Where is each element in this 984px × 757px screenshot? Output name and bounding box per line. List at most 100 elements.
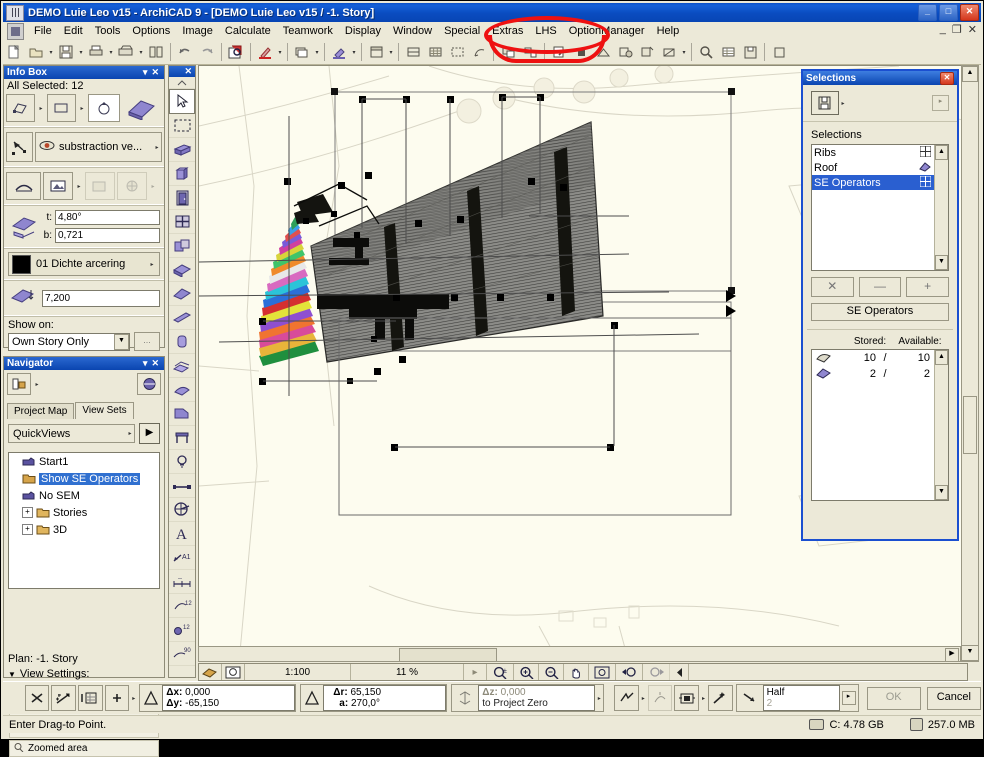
- radial-dim-icon[interactable]: 12: [169, 594, 195, 618]
- drag-copy-icon[interactable]: [51, 685, 77, 711]
- menu-item-calculate[interactable]: Calculate: [219, 23, 277, 39]
- roof-icon[interactable]: [169, 282, 195, 306]
- wall-icon[interactable]: [169, 138, 195, 162]
- chevron-down-icon[interactable]: ▼: [114, 333, 129, 350]
- selections-list-scrollbar[interactable]: ▲ ▼: [934, 145, 948, 270]
- tree-item-3d[interactable]: + 3D: [9, 521, 159, 538]
- operator-dropdown[interactable]: substraction ve... ▸: [35, 132, 162, 162]
- scroll-down-icon[interactable]: ▼: [935, 485, 948, 500]
- selections-list[interactable]: Ribs Roof SE Operators ▲ ▼: [811, 144, 949, 271]
- delta-xy-field[interactable]: Δx: 0,000 Δy: -65,150: [139, 684, 297, 712]
- thickness-input[interactable]: 4,80°: [55, 210, 160, 225]
- gravity-dropdown-icon[interactable]: ▸: [841, 691, 856, 705]
- plot-dropdown-icon[interactable]: ▾: [137, 42, 145, 62]
- scroll-thumb[interactable]: [399, 648, 497, 662]
- list-item-roof[interactable]: Roof: [812, 160, 948, 175]
- scroll-thumb[interactable]: [963, 396, 977, 454]
- zoom-range-icon[interactable]: ±: [487, 664, 514, 680]
- beam-icon[interactable]: [169, 306, 195, 330]
- show-on-select[interactable]: Own Story Only ▼: [8, 332, 130, 351]
- scroll-down-icon[interactable]: ▼: [961, 645, 979, 661]
- nav-arrow-icon[interactable]: ▸: [464, 664, 487, 680]
- close-icon[interactable]: ✕: [149, 67, 161, 78]
- furniture-icon[interactable]: [169, 426, 195, 450]
- fill-dropdown-icon[interactable]: ▾: [350, 42, 358, 62]
- new-icon[interactable]: [4, 42, 24, 62]
- tree-item-start1[interactable]: Start1: [9, 453, 159, 470]
- measure-icon[interactable]: [469, 42, 489, 62]
- canvas-vertical-scrollbar[interactable]: ▲ ▼: [961, 65, 979, 662]
- grid-snap-dropdown-icon[interactable]: ▸: [700, 688, 707, 708]
- save-selection-icon[interactable]: [811, 91, 839, 115]
- list-item-se-operators[interactable]: SE Operators: [812, 175, 948, 190]
- fit-in-window-icon[interactable]: [589, 664, 616, 680]
- fill-pattern-dropdown[interactable]: 01 Dichte arcering ▸: [8, 252, 160, 276]
- menu-item-file[interactable]: File: [28, 23, 58, 39]
- mesh-icon[interactable]: [169, 330, 195, 354]
- close-icon[interactable]: ✕: [940, 71, 954, 85]
- expander-icon[interactable]: +: [22, 524, 33, 535]
- maximize-button[interactable]: □: [939, 4, 958, 21]
- elevate-dropdown-icon[interactable]: ▸: [130, 688, 137, 708]
- grid-icon[interactable]: [425, 42, 445, 62]
- menu-item-tools[interactable]: Tools: [89, 23, 127, 39]
- elevation-tool-icon[interactable]: [659, 42, 679, 62]
- menu-item-extras[interactable]: Extras: [486, 23, 529, 39]
- rectangle-dropdown-icon[interactable]: ▸: [78, 98, 86, 118]
- column-icon[interactable]: [169, 162, 195, 186]
- save-selection-dropdown-icon[interactable]: ▸: [839, 93, 847, 113]
- selection-name-field[interactable]: SE Operators: [811, 303, 949, 321]
- layers-icon[interactable]: [292, 42, 312, 62]
- delta-xy-values[interactable]: Δx: 0,000 Δy: -65,150: [162, 685, 296, 711]
- menu-item-help[interactable]: Help: [651, 23, 686, 39]
- stored-available-table[interactable]: 10 / 10 2 / 2 ▲ ▼: [811, 349, 949, 501]
- table-row[interactable]: 10 / 10: [812, 350, 948, 366]
- fill-dropdown-arrow[interactable]: ▸: [148, 254, 156, 274]
- print-dropdown-icon[interactable]: ▾: [107, 42, 115, 62]
- pen-color-icon[interactable]: [255, 42, 275, 62]
- detail-icon[interactable]: [169, 498, 195, 522]
- elevation-input[interactable]: 7,200: [42, 289, 160, 307]
- go-button[interactable]: ▶: [139, 423, 160, 444]
- mdi-restore-button[interactable]: ❐: [952, 23, 962, 36]
- door-icon[interactable]: [169, 186, 195, 210]
- window-icon[interactable]: [169, 210, 195, 234]
- archive-icon[interactable]: [740, 42, 760, 62]
- navigator-preview-icon[interactable]: [137, 373, 161, 395]
- ok-button[interactable]: OK: [866, 686, 921, 710]
- close-icon[interactable]: ✕: [149, 358, 161, 369]
- cancel-button[interactable]: Cancel: [926, 686, 981, 710]
- magic-wand-icon[interactable]: [707, 685, 733, 711]
- prev-zoom-icon[interactable]: [616, 664, 643, 680]
- story-settings-icon[interactable]: [403, 42, 423, 62]
- tab-project-map[interactable]: Project Map: [7, 403, 75, 419]
- open-icon[interactable]: [26, 42, 46, 62]
- canvas-horizontal-scrollbar[interactable]: ▶: [198, 646, 961, 662]
- object-icon[interactable]: [169, 234, 195, 258]
- tree-item-show-se-operators[interactable]: Show SE Operators: [9, 470, 159, 487]
- print-icon[interactable]: [86, 42, 106, 62]
- menu-item-lhs[interactable]: LHS: [529, 23, 562, 39]
- picture-dropdown-icon[interactable]: ▸: [75, 176, 83, 196]
- grid-snap-icon[interactable]: [674, 685, 699, 711]
- lamp-icon[interactable]: [169, 450, 195, 474]
- mdi-minimize-button[interactable]: _: [940, 23, 946, 36]
- arrow-left-icon[interactable]: [670, 664, 689, 680]
- table-scrollbar[interactable]: ▲ ▼: [934, 350, 948, 500]
- delta-ra-field[interactable]: Δr: 65,150 a: 270,0°: [300, 684, 448, 712]
- tab-view-sets[interactable]: View Sets: [75, 402, 134, 419]
- angle-dim-icon[interactable]: 90: [169, 642, 195, 666]
- scroll-up-icon[interactable]: ▲: [935, 145, 948, 160]
- zone-icon[interactable]: [169, 402, 195, 426]
- polygon-dropdown-icon[interactable]: ▸: [37, 98, 45, 118]
- elevate-icon[interactable]: [104, 685, 130, 711]
- expander-icon[interactable]: +: [22, 507, 33, 518]
- scroll-down-icon[interactable]: ▼: [935, 255, 948, 270]
- minimize-button[interactable]: _: [918, 4, 937, 21]
- menu-item-display[interactable]: Display: [339, 23, 387, 39]
- text-icon[interactable]: A: [169, 522, 195, 546]
- window-layout-icon[interactable]: [366, 42, 386, 62]
- undo-icon[interactable]: [175, 42, 195, 62]
- remove-selection-button[interactable]: —: [858, 277, 902, 297]
- scroll-right-icon[interactable]: ▶: [945, 648, 959, 662]
